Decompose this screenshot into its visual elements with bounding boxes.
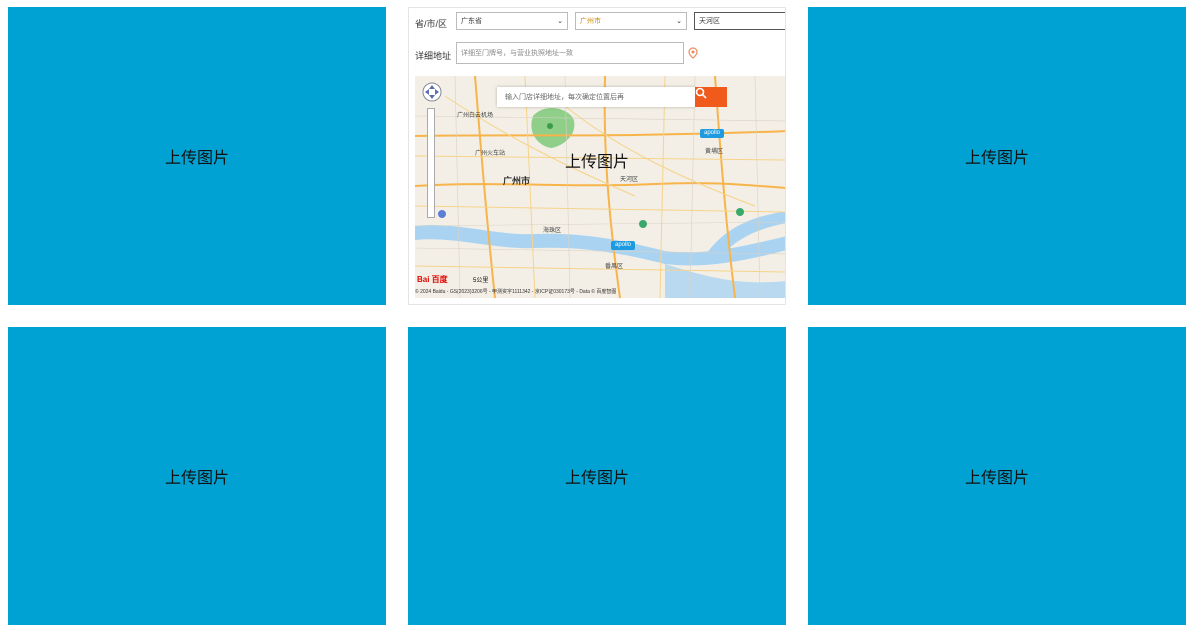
- map-place-label: 天河区: [620, 177, 639, 183]
- address-input: 详细至门牌号，与营业执照地址一致: [456, 42, 684, 64]
- map-search-placeholder: 输入门店详细地址，每次确定位置后再: [505, 94, 624, 101]
- map-place-label: 广州白云机场: [457, 113, 494, 119]
- city-select: 广州市 ⌄: [575, 12, 687, 30]
- map-search-button: [695, 87, 727, 107]
- upload-label: 上传图片: [964, 150, 1029, 167]
- map-scale: 5公里: [473, 278, 489, 284]
- chevron-down-icon: ⌄: [557, 18, 563, 25]
- map-view: 输入门店详细地址，每次确定位置后再 广州市 广州白云机场 广州火车站 海珠区 天…: [415, 76, 785, 298]
- upload-tile-5[interactable]: 上传图片: [408, 327, 786, 625]
- upload-label: 上传图片: [164, 150, 229, 167]
- upload-tile-3[interactable]: 上传图片: [808, 7, 1186, 305]
- search-icon: [695, 87, 707, 99]
- upload-tile-6[interactable]: 上传图片: [808, 327, 1186, 625]
- map-search-input: 输入门店详细地址，每次确定位置后再: [497, 87, 695, 107]
- region-label: 省/市/区: [415, 19, 448, 29]
- upload-label: 上传图片: [564, 470, 629, 487]
- province-select: 广东省 ⌄: [456, 12, 568, 30]
- upload-label: 上传图片: [164, 470, 229, 487]
- upload-label: 上传图片: [964, 470, 1029, 487]
- district-value: 天河区: [699, 18, 720, 25]
- map-pan-control: [422, 82, 442, 102]
- chevron-down-icon: ⌄: [676, 18, 682, 25]
- map-badge: apollo: [611, 241, 636, 250]
- upload-tile-2[interactable]: 省/市/区 广东省 ⌄ 广州市 ⌄ 天河区 详细地址 详细至门牌号，与营业执照地…: [408, 7, 786, 305]
- map-place-label: 番禺区: [605, 264, 624, 270]
- map-place-label: 海珠区: [543, 228, 562, 234]
- city-value: 广州市: [580, 18, 601, 25]
- district-select: 天河区: [694, 12, 785, 30]
- upload-label: 上传图片: [564, 154, 629, 171]
- upload-tile-4[interactable]: 上传图片: [8, 327, 386, 625]
- address-label: 详细地址: [415, 51, 452, 61]
- baidu-logo: Bai 百度: [417, 275, 448, 284]
- address-placeholder: 详细至门牌号，与营业执照地址一致: [461, 50, 573, 57]
- map-copyright: © 2024 Baidu - GS(2023)3206号 - 甲测资字11113…: [415, 289, 617, 295]
- upload-tile-1[interactable]: 上传图片: [8, 7, 386, 305]
- map-badge: apollo: [700, 129, 725, 138]
- map-city-label: 广州市: [503, 176, 531, 186]
- location-pin-icon: [688, 47, 698, 59]
- province-value: 广东省: [461, 18, 482, 25]
